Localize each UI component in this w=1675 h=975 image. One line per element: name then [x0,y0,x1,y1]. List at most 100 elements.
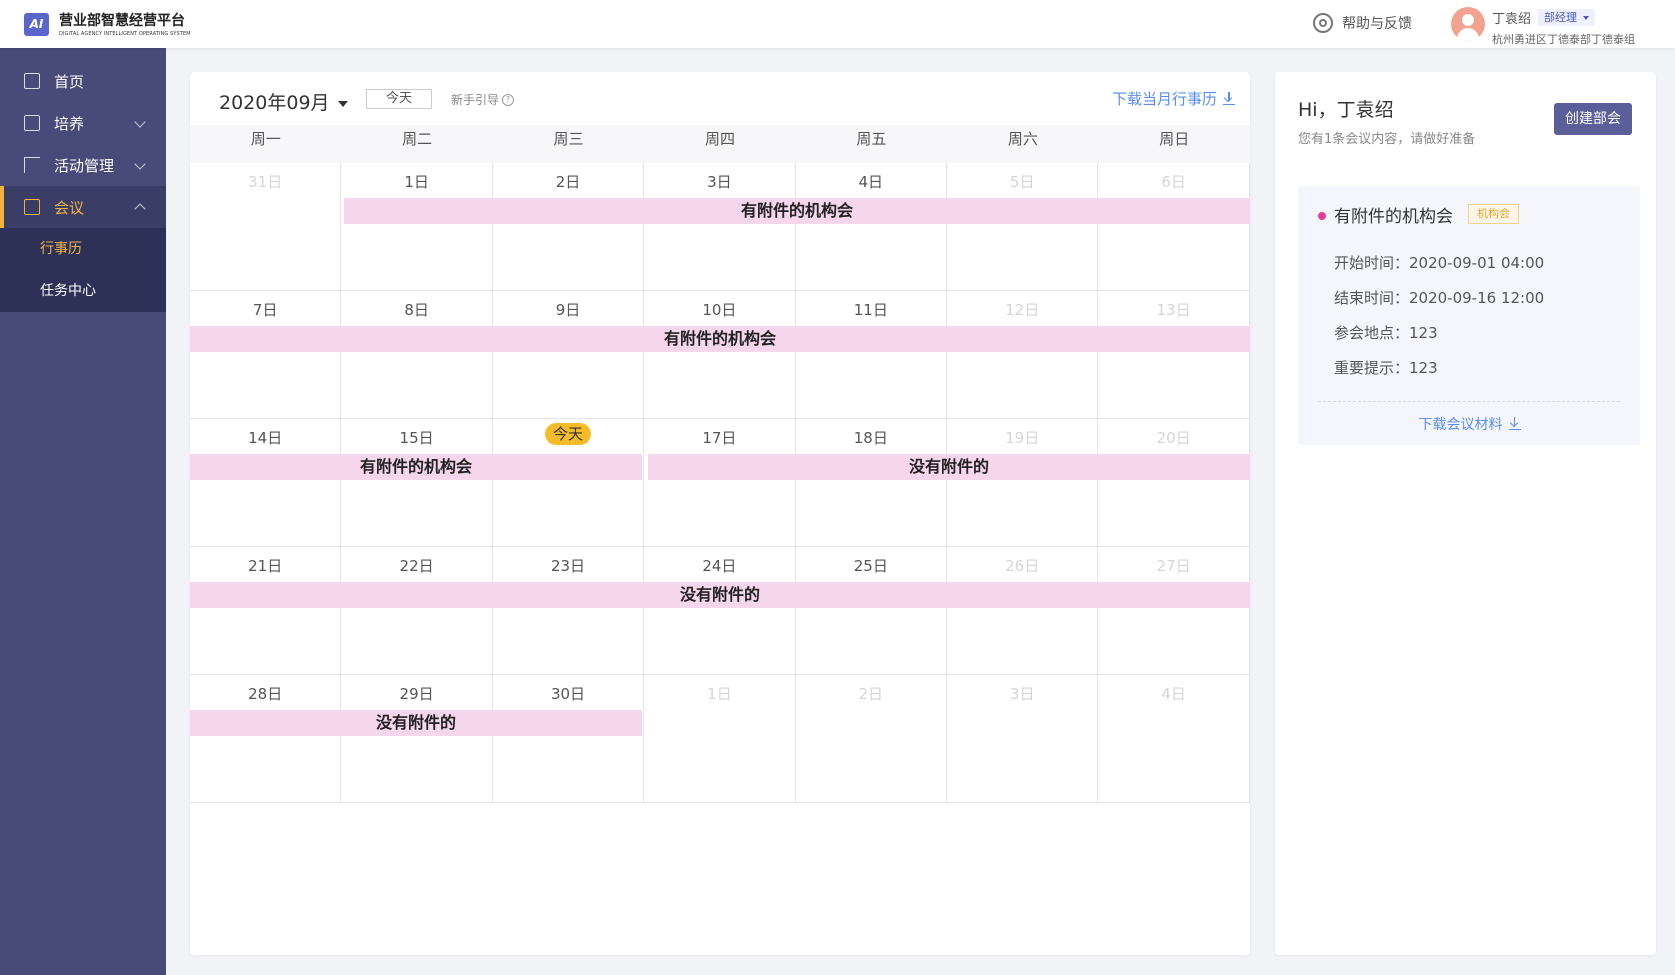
day-cell[interactable]: 12日 [947,291,1099,419]
day-cell[interactable]: 13日 [1098,291,1250,419]
brand-subtitle: DIGITAL AGENCY INTELLIGENT OPERATING SYS… [59,31,191,37]
submenu-item-calendar[interactable]: 行事历 [0,228,166,270]
day-cell[interactable]: 25日 [796,547,947,675]
day-cell[interactable]: 7日 [190,291,342,419]
day-cell[interactable]: 15日 [341,419,493,547]
day-number: 3日 [707,173,732,191]
caret-down-icon [1583,16,1589,20]
day-cell[interactable]: 30日 [493,675,645,803]
help-feedback-link[interactable]: 帮助与反馈 [1313,13,1412,33]
brand-title: 营业部智慧经营平台 [59,13,185,29]
sidebar-item-home[interactable]: 首页 [0,60,166,102]
calendar-event[interactable]: 没有附件的 [648,454,1250,480]
day-cell[interactable]: 3日 [947,675,1099,803]
role-dropdown[interactable]: 部经理 [1538,9,1595,26]
day-number: 6日 [1161,173,1186,191]
download-month-label: 下载当月行事历 [1111,90,1217,108]
sidebar-item-activity[interactable]: 活动管理 [0,144,166,186]
flag-icon [24,157,40,173]
meeting-tip: 您有1条会议内容，请做好准备 [1298,132,1476,147]
day-cell[interactable]: 5日 [947,163,1099,291]
day-number: 11日 [853,301,888,319]
calendar-event[interactable]: 没有附件的 [190,710,642,736]
guide-link[interactable]: 新手引导? [451,91,515,108]
create-meeting-button[interactable]: 创建部会 [1554,103,1632,135]
download-icon [1508,417,1521,430]
day-number: 27日 [1156,557,1191,575]
download-month-link[interactable]: 下载当月行事历 [1111,88,1235,109]
day-cell[interactable]: 26日 [947,547,1099,675]
day-cell[interactable]: 10日 [644,291,796,419]
day-cell[interactable]: 6日 [1098,163,1250,291]
submenu-item-tasks[interactable]: 任务中心 [0,270,166,312]
day-cell[interactable]: 17日 [644,419,796,547]
day-number: 22日 [399,557,434,575]
day-cell[interactable]: 2日 [796,675,947,803]
day-number: 26日 [1005,557,1040,575]
day-cell[interactable]: 29日 [341,675,493,803]
day-cell[interactable]: 4日 [1098,675,1250,803]
day-number: 1日 [404,173,429,191]
chevron-down-icon [134,116,146,128]
day-cell[interactable]: 14日 [190,419,342,547]
caret-down-icon [337,100,348,107]
sidebar-item-label: 活动管理 [54,156,115,175]
calendar-week: 7日 8日 9日 10日 11日 12日 13日 有附件的机构会 [190,291,1250,419]
day-cell[interactable]: 24日 [644,547,796,675]
day-cell[interactable]: 8日 [341,291,493,419]
day-cell[interactable]: 4日 [796,163,947,291]
day-number: 23日 [550,557,586,575]
sidebar-item-training[interactable]: 培养 [0,102,166,144]
day-cell[interactable]: 9日 [493,291,645,419]
day-cell[interactable]: 11日 [796,291,947,419]
day-number: 2日 [858,685,884,703]
day-cell[interactable]: 23日 [493,547,645,675]
sidebar-item-meeting[interactable]: 会议 [0,186,166,228]
day-cell[interactable]: 1日 [341,163,493,291]
month-picker[interactable]: 2020年09月 [219,88,348,115]
meeting-notice: 重要提示：123 [1334,359,1438,377]
sidebar-item-label: 会议 [54,198,85,217]
day-number: 18日 [853,429,888,447]
calendar-event[interactable]: 没有附件的 [190,582,1250,608]
day-cell[interactable]: 31日 [190,163,342,291]
day-cell[interactable]: 18日 [796,419,947,547]
day-number: 12日 [1005,301,1040,319]
day-cell[interactable]: 今天 [493,419,645,547]
calendar-event[interactable]: 有附件的机构会 [190,326,1250,352]
meeting-start: 开始时间：2020-09-01 04:00 [1334,254,1545,272]
guide-label: 新手引导 [451,93,500,107]
day-cell[interactable]: 28日 [190,675,342,803]
day-cell[interactable]: 27日 [1098,547,1250,675]
sidebar-item-label: 培养 [54,114,85,133]
calendar-event[interactable]: 有附件的机构会 [190,454,642,480]
calendar-week: 14日 15日 今天 17日 18日 19日 20日 有附件的机构会 没有附件的 [190,419,1250,547]
day-cell[interactable]: 1日 [644,675,796,803]
download-materials-link[interactable]: 下载会议材料 [1298,414,1640,434]
avatar[interactable] [1451,7,1485,41]
day-cell[interactable]: 21日 [190,547,342,675]
book-icon [24,115,40,131]
calendar-week: 31日 1日 2日 3日 4日 5日 6日 有附件的机构会 [190,163,1250,291]
role-label: 部经理 [1544,11,1577,24]
day-number: 7日 [252,301,278,319]
today-button[interactable]: 今天 [366,89,432,109]
day-number: 31日 [248,173,283,191]
logo-icon: AI [24,13,49,36]
day-number: 3日 [1009,685,1035,703]
day-number: 17日 [702,429,737,447]
day-cell[interactable]: 22日 [341,547,493,675]
day-cell[interactable]: 19日 [947,419,1099,547]
day-number: 15日 [399,429,434,447]
day-number: 25日 [853,557,888,575]
day-number: 2日 [555,173,581,191]
meeting-card[interactable]: 有附件的机构会 机构会 开始时间：2020-09-01 04:00 结束时间：2… [1298,186,1640,445]
calendar-week: 28日 29日 30日 1日 2日 3日 4日 没有附件的 [190,675,1250,803]
day-cell[interactable]: 3日 [644,163,796,291]
chevron-down-icon [134,158,146,170]
calendar-event[interactable]: 有附件的机构会 [344,198,1250,224]
day-cell[interactable]: 2日 [493,163,645,291]
day-number: 20日 [1156,429,1191,447]
day-cell[interactable]: 20日 [1098,419,1250,547]
meeting-type-tag: 机构会 [1468,204,1519,224]
